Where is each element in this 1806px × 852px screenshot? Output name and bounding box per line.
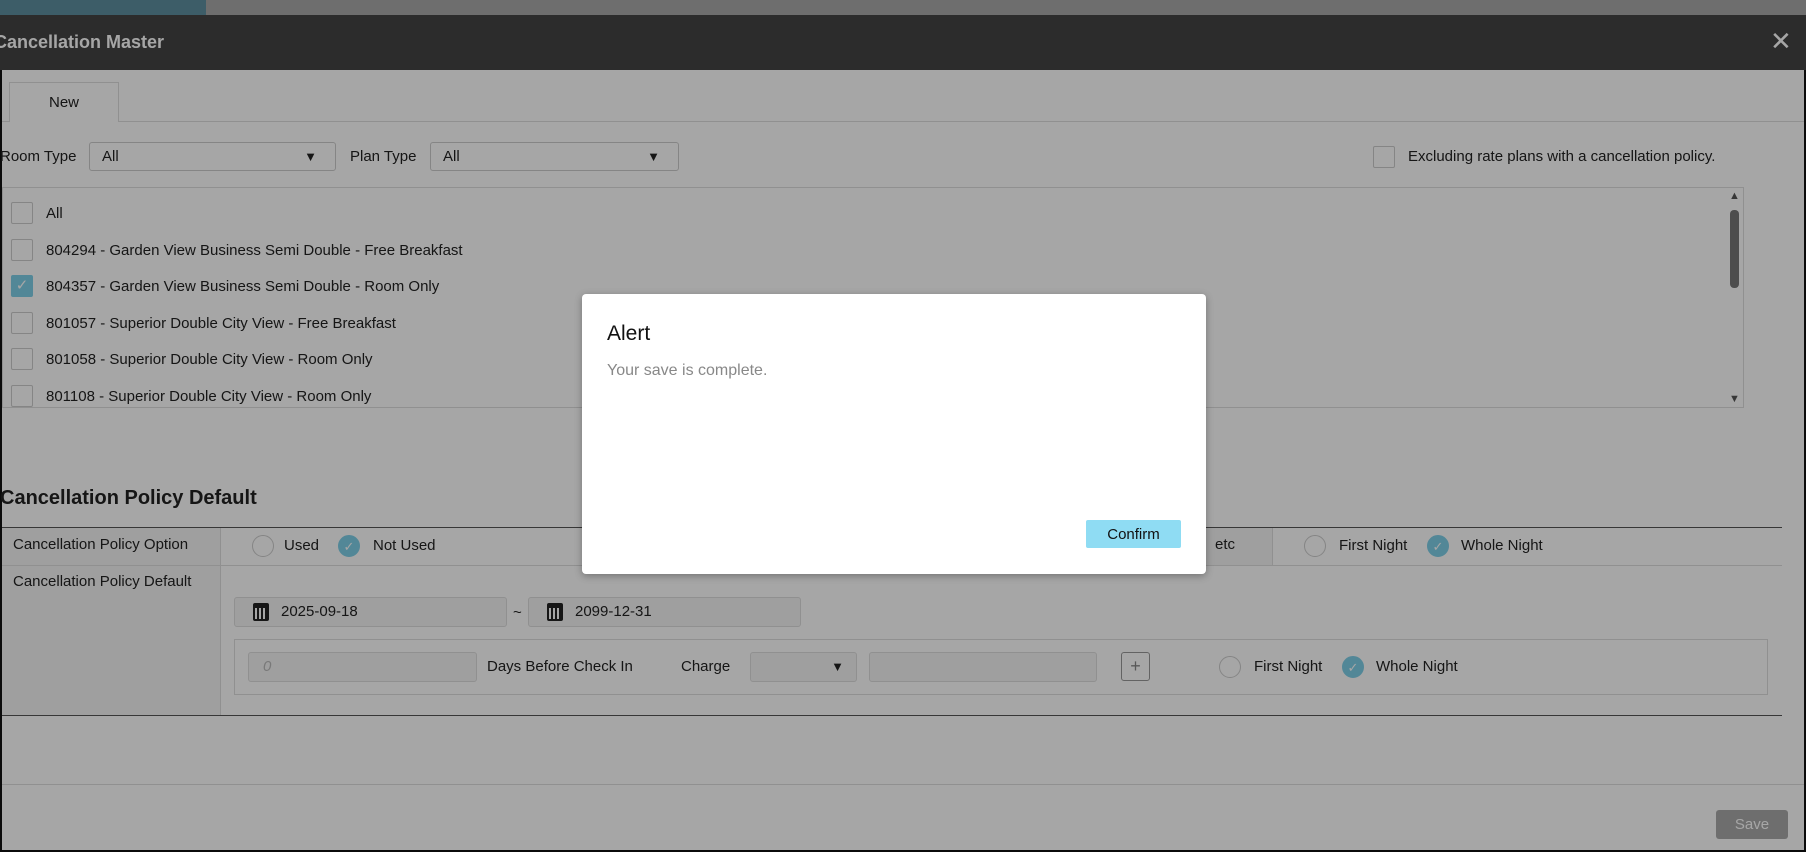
alert-dialog: Alert Your save is complete. Confirm bbox=[582, 294, 1206, 574]
alert-message: Your save is complete. bbox=[607, 362, 768, 379]
alert-title: Alert bbox=[607, 322, 651, 345]
confirm-button[interactable]: Confirm bbox=[1086, 520, 1181, 548]
